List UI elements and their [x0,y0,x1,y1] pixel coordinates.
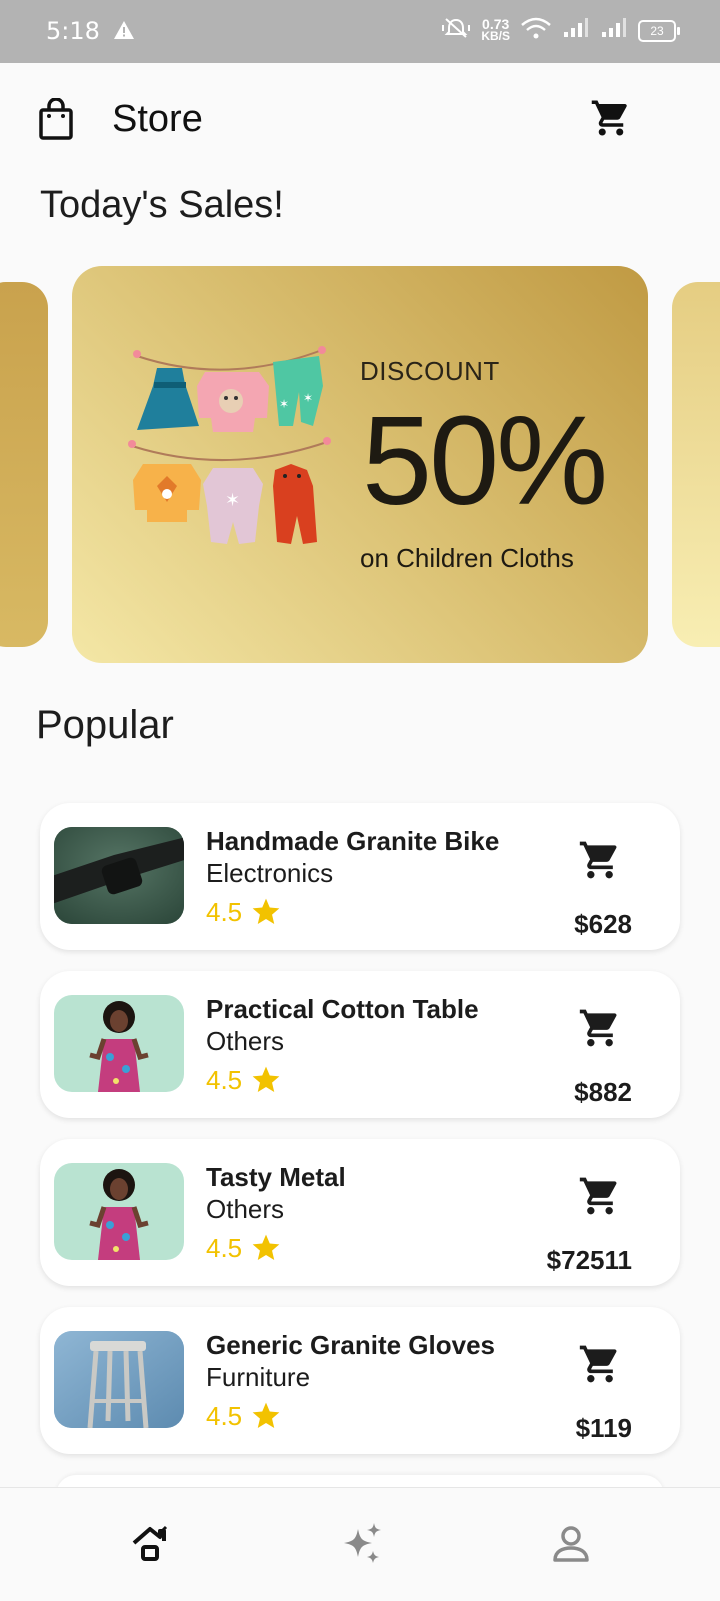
product-name: Practical Cotton Table [206,994,479,1024]
product-card[interactable]: Handmade Granite Bike Electronics 4.5 $6… [40,803,680,950]
product-name: Generic Granite Gloves [206,1330,496,1360]
product-name: Tasty Metal [206,1162,346,1192]
speed-unit: KB/S [481,29,510,43]
page-title: Store [112,98,203,140]
product-category: Furniture [206,1362,311,1392]
product-rating: 4.5 [206,1064,282,1096]
product-card[interactable]: Generic Granite Gloves Furniture 4.5 $11… [40,1307,680,1454]
status-icons: 0.73 KB/S 23 [441,16,680,45]
product-rating: 4.5 [206,1232,282,1264]
wifi-icon [520,16,552,45]
product-image [54,1163,184,1260]
banner-subtitle: on Children Cloths [360,543,574,573]
status-time: 5:18 [46,17,100,45]
add-to-cart-icon[interactable] [578,1006,622,1055]
product-price: $119 [575,1413,632,1443]
signal-icon [562,17,590,44]
product-rating: 4.5 [206,1400,282,1432]
children-clothes-illustration: ✶ ✶ ✶ [128,346,331,544]
star-icon [252,1234,280,1260]
product-price: $628 [574,909,632,939]
warning-icon [113,20,135,45]
banner-label: DISCOUNT [360,356,500,386]
star-icon [252,898,280,924]
home-icon[interactable] [130,1523,170,1568]
banner-percent: 50% [362,390,608,531]
product-name: Handmade Granite Bike [206,826,500,856]
add-to-cart-icon[interactable] [578,1342,622,1391]
rating-value: 4.5 [206,1064,243,1095]
rating-value: 4.5 [206,1400,243,1431]
profile-icon[interactable] [551,1524,591,1569]
banner-prev[interactable] [0,282,48,647]
svg-text:✶: ✶ [225,490,240,510]
star-icon [252,1066,280,1092]
product-image [54,995,184,1092]
product-rating: 4.5 [206,896,282,928]
status-bar: 5:18 0.73 KB/S 23 [0,0,720,63]
product-price: $882 [574,1077,632,1107]
sparkle-icon[interactable] [340,1521,386,1572]
banner-next[interactable] [672,282,720,647]
svg-text:✶: ✶ [303,391,313,405]
product-category: Others [206,1026,285,1056]
product-image [54,1331,184,1428]
network-speed: 0.73 KB/S [481,17,510,43]
product-image [54,827,184,924]
shopping-bag-icon[interactable] [38,97,74,145]
add-to-cart-icon[interactable] [578,1174,622,1223]
product-category: Electronics [206,858,334,888]
signal-icon-2 [600,17,628,44]
svg-text:✶: ✶ [279,397,289,411]
product-price: $72511 [546,1245,632,1275]
rating-value: 4.5 [206,896,243,927]
rating-value: 4.5 [206,1232,243,1263]
battery-icon: 23 [638,19,680,42]
mute-icon [441,16,471,45]
cart-icon[interactable] [590,97,632,144]
section-title-popular: Popular [36,703,174,747]
discount-banner[interactable]: ✶ ✶ ✶ DISCOUNT 50% on Children Cloths [72,266,648,663]
product-card[interactable]: Practical Cotton Table Others 4.5 $882 [40,971,680,1118]
product-card[interactable]: Tasty Metal Others 4.5 $72511 [40,1139,680,1286]
section-title-sales: Today's Sales! [40,184,284,226]
star-icon [252,1402,280,1428]
add-to-cart-icon[interactable] [578,838,622,887]
product-category: Others [206,1194,285,1224]
